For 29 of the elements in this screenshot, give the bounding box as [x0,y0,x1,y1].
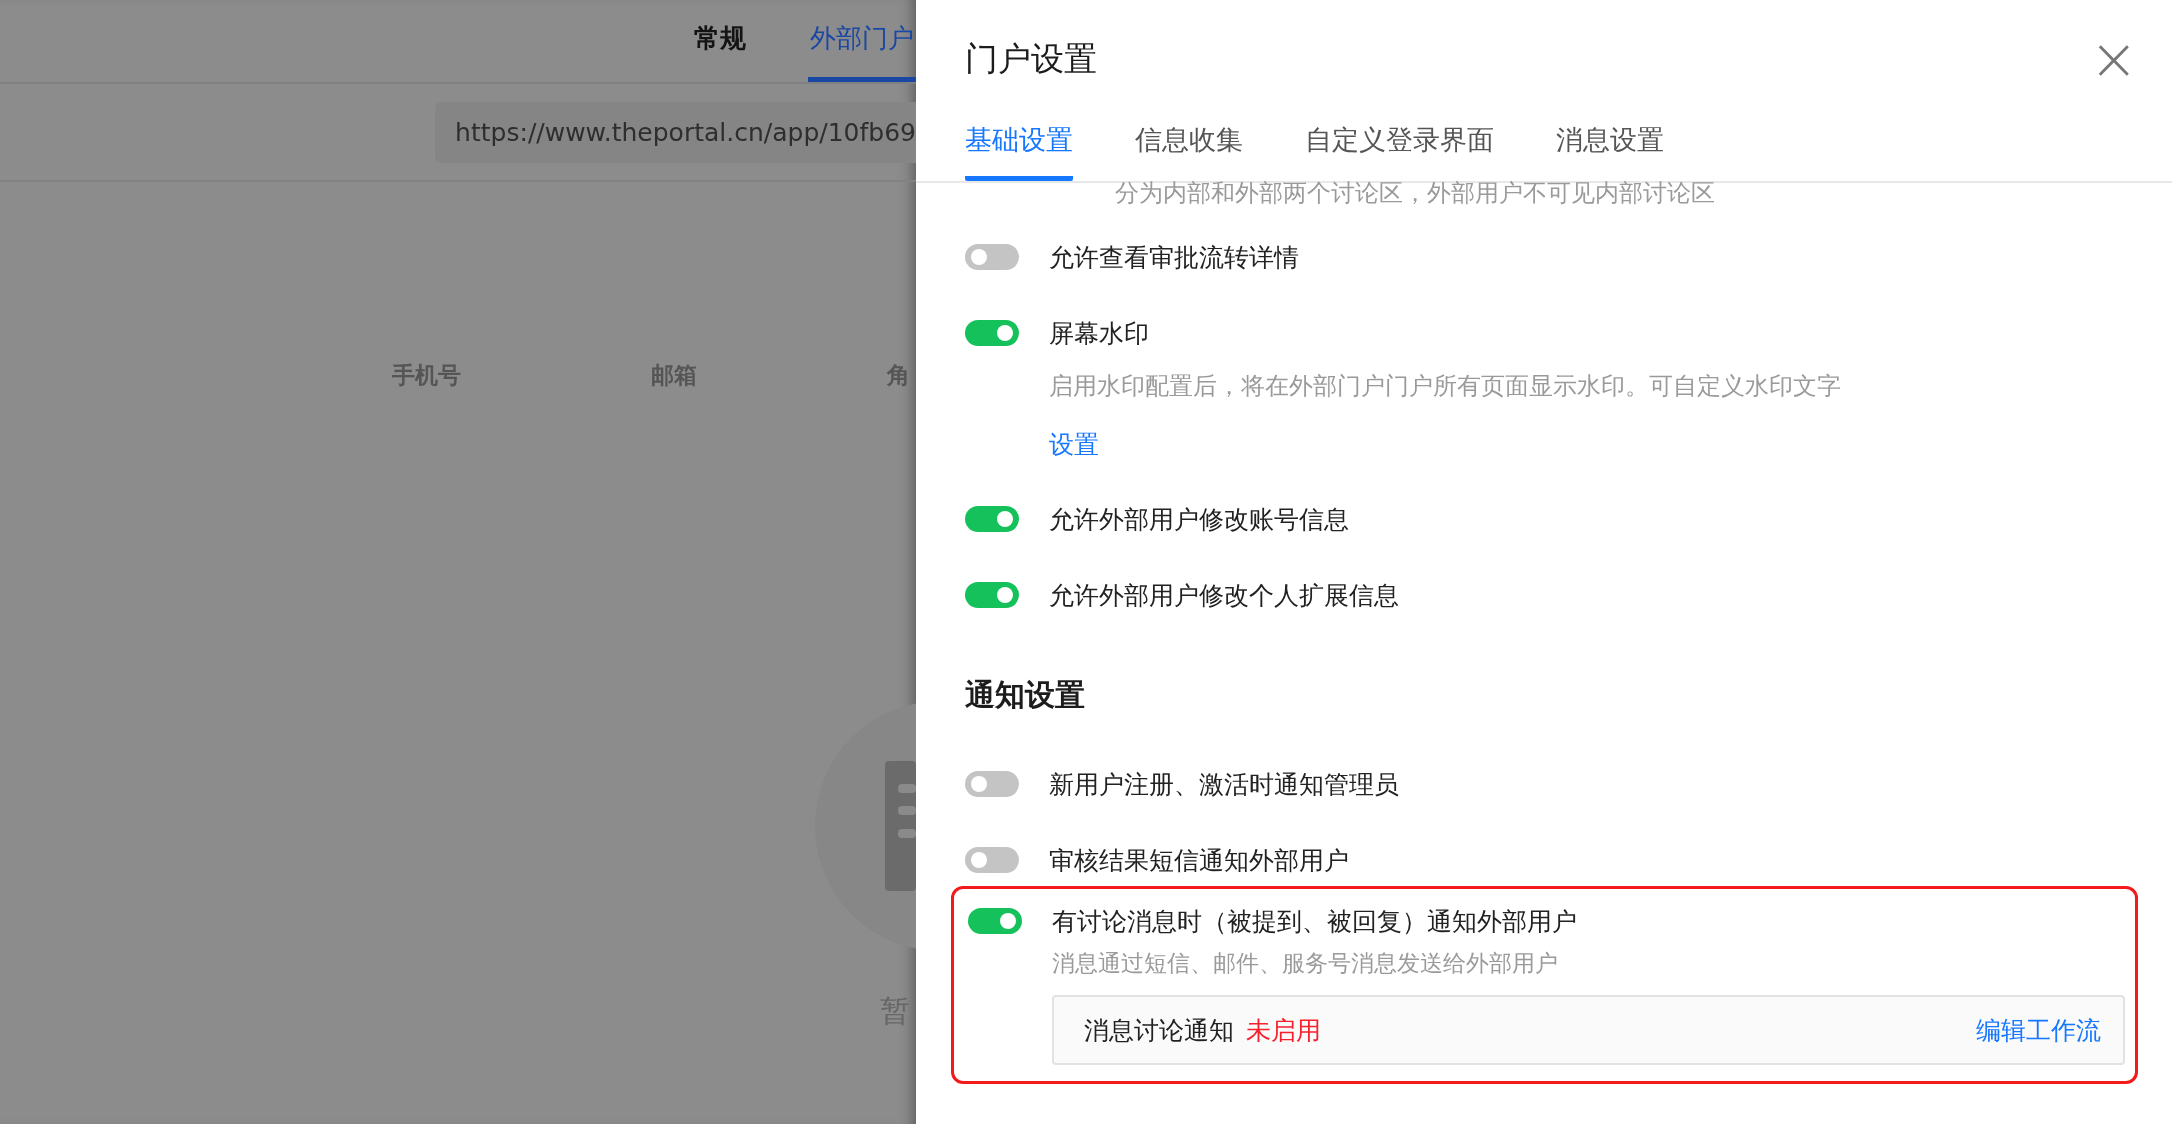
url-field[interactable]: https://www.theportal.cn/app/10fb69 [435,101,916,163]
setting-description: 分为内部和外部两个讨论区，外部用户不可见内部讨论区 [1114,178,1716,207]
settings-tab[interactable]: 基础设置 [965,114,1073,181]
settings-tab[interactable]: 消息设置 [1556,114,1664,181]
setting-label: 审核结果短信通知外部用户 [1049,844,1349,877]
toggle-switch[interactable] [965,244,1019,270]
setting-label: 允许外部用户修改账号信息 [1049,503,1349,536]
toggle-switch[interactable] [965,582,1019,608]
setting-label: 有讨论消息时（被提到、被回复）通知外部用户 [1052,905,1577,938]
workflow-name: 消息讨论通知 [1084,1014,1234,1047]
toggle-switch[interactable] [965,771,1019,797]
section-heading: 通知设置 [965,676,1086,714]
setting-label: 允许查看审批流转详情 [1049,241,1299,274]
toggle-switch[interactable] [965,320,1019,346]
settings-link[interactable]: 设置 [1049,428,1099,461]
setting-description: 消息通过短信、邮件、服务号消息发送给外部用户 [1052,949,1559,978]
settings-tab[interactable]: 自定义登录界面 [1305,114,1494,181]
page-tab[interactable]: 常规 [692,0,748,82]
panel-title: 门户设置 [965,37,1097,80]
setting-label: 屏幕水印 [1049,317,1149,350]
setting-label: 允许外部用户修改个人扩展信息 [1049,579,1399,612]
setting-label: 新用户注册、激活时通知管理员 [1049,768,1399,801]
edit-workflow-link[interactable]: 编辑工作流 [1976,1013,2101,1047]
toggle-switch[interactable] [968,908,1022,934]
toggle-switch[interactable] [965,847,1019,873]
workflow-status: 未启用 [1246,1014,1321,1047]
toggle-switch[interactable] [965,506,1019,532]
settings-tab[interactable]: 信息收集 [1135,114,1243,181]
setting-description: 启用水印配置后，将在外部门户门户所有页面显示水印。可自定义水印文字 [1049,371,1842,402]
